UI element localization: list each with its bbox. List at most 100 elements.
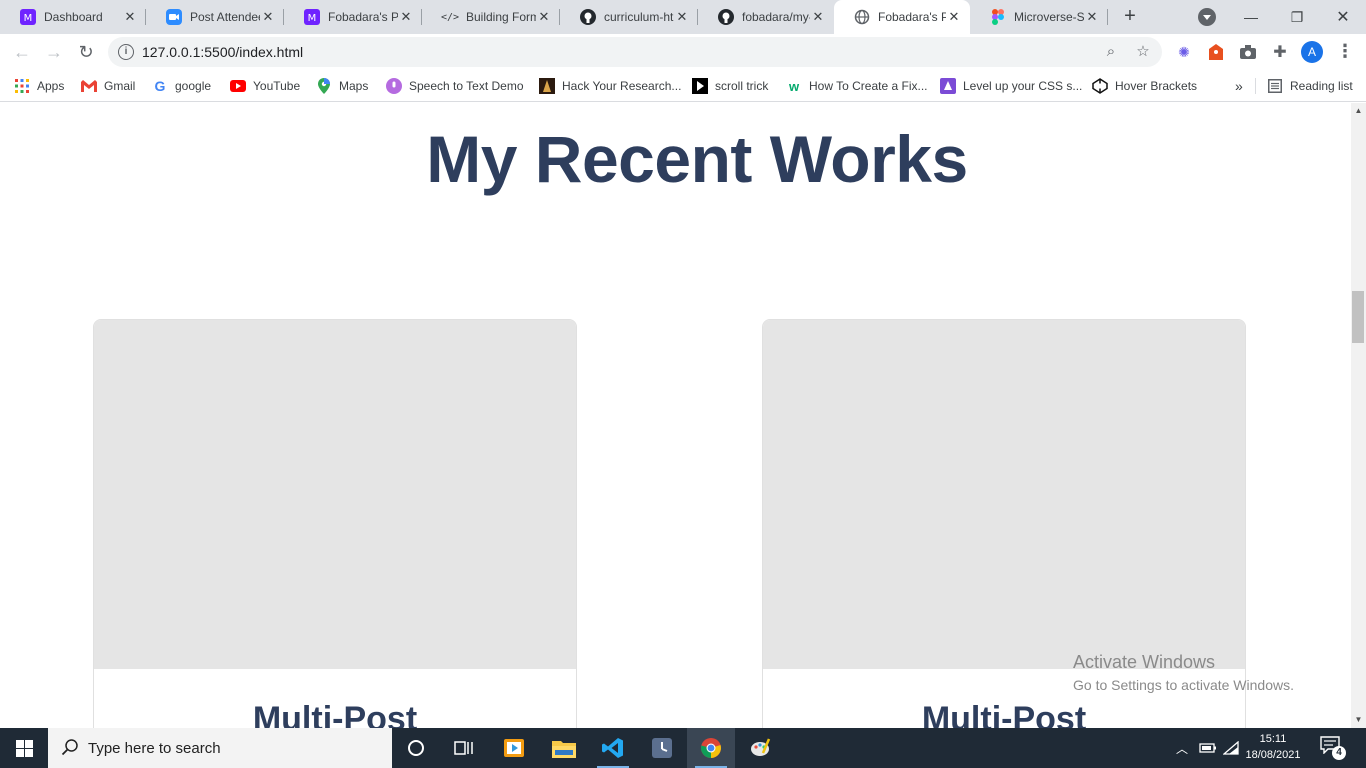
media-player-icon[interactable] — [490, 728, 538, 768]
close-window-button[interactable]: ✕ — [1320, 0, 1366, 34]
scroll-up-arrow[interactable]: ▲ — [1351, 103, 1366, 118]
site-info-icon[interactable]: i — [118, 44, 134, 60]
start-button[interactable] — [0, 728, 48, 768]
file-explorer-icon[interactable] — [540, 728, 588, 768]
tab-search-icon[interactable] — [1198, 8, 1216, 26]
tab-title: Post Attendee — [190, 10, 260, 24]
reading-list-label: Reading list — [1290, 79, 1353, 93]
close-icon[interactable]: ✕ — [1084, 9, 1100, 25]
svg-text:M: M — [24, 13, 33, 24]
reading-list-icon — [1267, 78, 1283, 94]
task-view-button[interactable] — [440, 728, 488, 768]
extensions-puzzle-icon[interactable]: ✚ — [1270, 42, 1290, 62]
bookmark-hover-brackets[interactable]: Hover Brackets — [1092, 76, 1197, 96]
clock-app-icon[interactable] — [638, 728, 686, 768]
project-image-placeholder — [763, 320, 1245, 669]
profile-avatar[interactable]: A — [1301, 41, 1323, 63]
google-icon: G — [154, 78, 166, 94]
extension-icon[interactable]: ✺ — [1174, 42, 1194, 62]
bookmark-level-up-css[interactable]: Level up your CSS s... — [940, 76, 1082, 96]
new-tab-button[interactable]: + — [1118, 5, 1142, 29]
project-card[interactable]: Multi-Post — [93, 319, 577, 728]
notification-count-badge: 4 — [1332, 746, 1346, 760]
bookmark-hack-your-research[interactable]: Hack Your Research... — [539, 76, 681, 96]
camera-icon[interactable] — [1238, 42, 1258, 62]
tab-title: Microverse-St — [1014, 10, 1084, 24]
search-placeholder: Type here to search — [88, 739, 221, 757]
bookmark-icon — [692, 78, 708, 94]
bookmark-speech-to-text[interactable]: Speech to Text Demo — [386, 76, 524, 96]
bookmark-scroll-trick[interactable]: scroll trick — [692, 76, 768, 96]
clock-time: 15:11 — [1259, 733, 1287, 745]
bookmark-label: YouTube — [253, 79, 301, 93]
code-icon: </> — [440, 11, 460, 23]
bookmark-label: Level up your CSS s... — [963, 79, 1083, 93]
bookmark-youtube[interactable]: YouTube — [230, 76, 300, 96]
tab-fobadara-my[interactable]: fobadara/my- ✕ — [698, 0, 834, 34]
menu-kebab-icon[interactable]: ⋮ — [1336, 42, 1354, 62]
scrollbar-thumb[interactable] — [1352, 291, 1364, 343]
bookmark-apps[interactable]: Apps — [14, 76, 64, 96]
reading-list-button[interactable]: Reading list — [1267, 76, 1353, 96]
bookmark-google[interactable]: G google — [152, 76, 212, 96]
close-icon[interactable]: ✕ — [946, 9, 962, 25]
clock-date: 18/08/2021 — [1245, 749, 1301, 761]
bookmark-label: Hack Your Research... — [562, 79, 682, 93]
tab-title: curriculum-ht — [604, 10, 674, 24]
minimize-button[interactable]: — — [1228, 0, 1274, 34]
vscode-icon[interactable] — [589, 728, 637, 768]
forward-button[interactable]: → — [42, 40, 66, 64]
reload-button[interactable]: ↻ — [74, 40, 98, 64]
github-icon — [580, 9, 596, 25]
page-scrollbar[interactable] — [1351, 103, 1366, 728]
bookmark-icon — [539, 78, 555, 94]
close-icon[interactable]: ✕ — [398, 9, 414, 25]
bookmark-maps[interactable]: Maps — [316, 76, 368, 96]
tab-fobadara-portfolio[interactable]: Fobadara's Po ✕ — [834, 0, 970, 34]
close-icon[interactable]: ✕ — [122, 9, 138, 25]
paint-icon[interactable] — [736, 728, 784, 768]
chrome-icon[interactable] — [687, 728, 735, 768]
project-image-placeholder — [94, 320, 576, 669]
battery-icon[interactable] — [1199, 728, 1217, 768]
page-title: My Recent Works — [426, 122, 968, 196]
tab-fobadara-pr[interactable]: M Fobadara's Pr ✕ — [284, 0, 422, 34]
address-bar[interactable]: i 127.0.0.1:5500/index.html ⌕ ☆ — [108, 37, 1162, 67]
tab-title: Building Form — [466, 10, 536, 24]
zoom-icon — [166, 9, 182, 25]
close-icon[interactable]: ✕ — [536, 9, 552, 25]
scroll-down-arrow[interactable]: ▼ — [1351, 712, 1366, 727]
bookmark-how-to-create[interactable]: w How To Create a Fix... — [786, 76, 928, 96]
watermark-subtitle: Go to Settings to activate Windows. — [1073, 677, 1294, 693]
restore-button[interactable]: ❐ — [1274, 0, 1320, 34]
tab-dashboard[interactable]: M Dashboard ✕ — [0, 0, 146, 34]
speech-icon — [386, 78, 402, 94]
url-text[interactable]: 127.0.0.1:5500/index.html — [142, 44, 303, 60]
chevron-up-icon: ︿ — [1176, 741, 1189, 756]
cortana-button[interactable] — [392, 728, 440, 768]
bookmark-star-icon[interactable]: ☆ — [1134, 43, 1152, 61]
action-center-button[interactable]: 4 — [1320, 736, 1346, 760]
microverse-icon: M — [304, 9, 320, 25]
close-icon[interactable]: ✕ — [810, 9, 826, 25]
github-icon — [718, 9, 734, 25]
page-viewport: My Recent Works Multi-Post Multi-Post Ac… — [0, 103, 1351, 728]
show-hidden-icons-button[interactable]: ︿ — [1176, 728, 1188, 768]
close-icon[interactable]: ✕ — [260, 9, 276, 25]
bookmarks-overflow-button[interactable]: » — [1235, 76, 1243, 96]
extension-tag-icon[interactable] — [1206, 42, 1226, 62]
close-icon[interactable]: ✕ — [674, 9, 690, 25]
maps-icon — [316, 78, 332, 94]
bookmark-gmail[interactable]: Gmail — [81, 76, 135, 96]
taskbar-clock[interactable]: 15:11 18/08/2021 — [1240, 731, 1306, 763]
wifi-icon[interactable] — [1223, 728, 1239, 768]
zoom-icon[interactable]: ⌕ — [1102, 43, 1120, 61]
tab-curriculum[interactable]: curriculum-ht ✕ — [560, 0, 698, 34]
bookmark-label: Apps — [37, 79, 65, 93]
back-button[interactable]: ← — [10, 40, 34, 64]
taskbar-search[interactable]: Type here to search — [48, 728, 392, 768]
tab-building-form[interactable]: </> Building Form ✕ — [422, 0, 560, 34]
gmail-icon — [81, 78, 97, 94]
tab-microverse-st[interactable]: Microverse-St ✕ — [970, 0, 1108, 34]
tab-post-attendee[interactable]: Post Attendee ✕ — [146, 0, 284, 34]
